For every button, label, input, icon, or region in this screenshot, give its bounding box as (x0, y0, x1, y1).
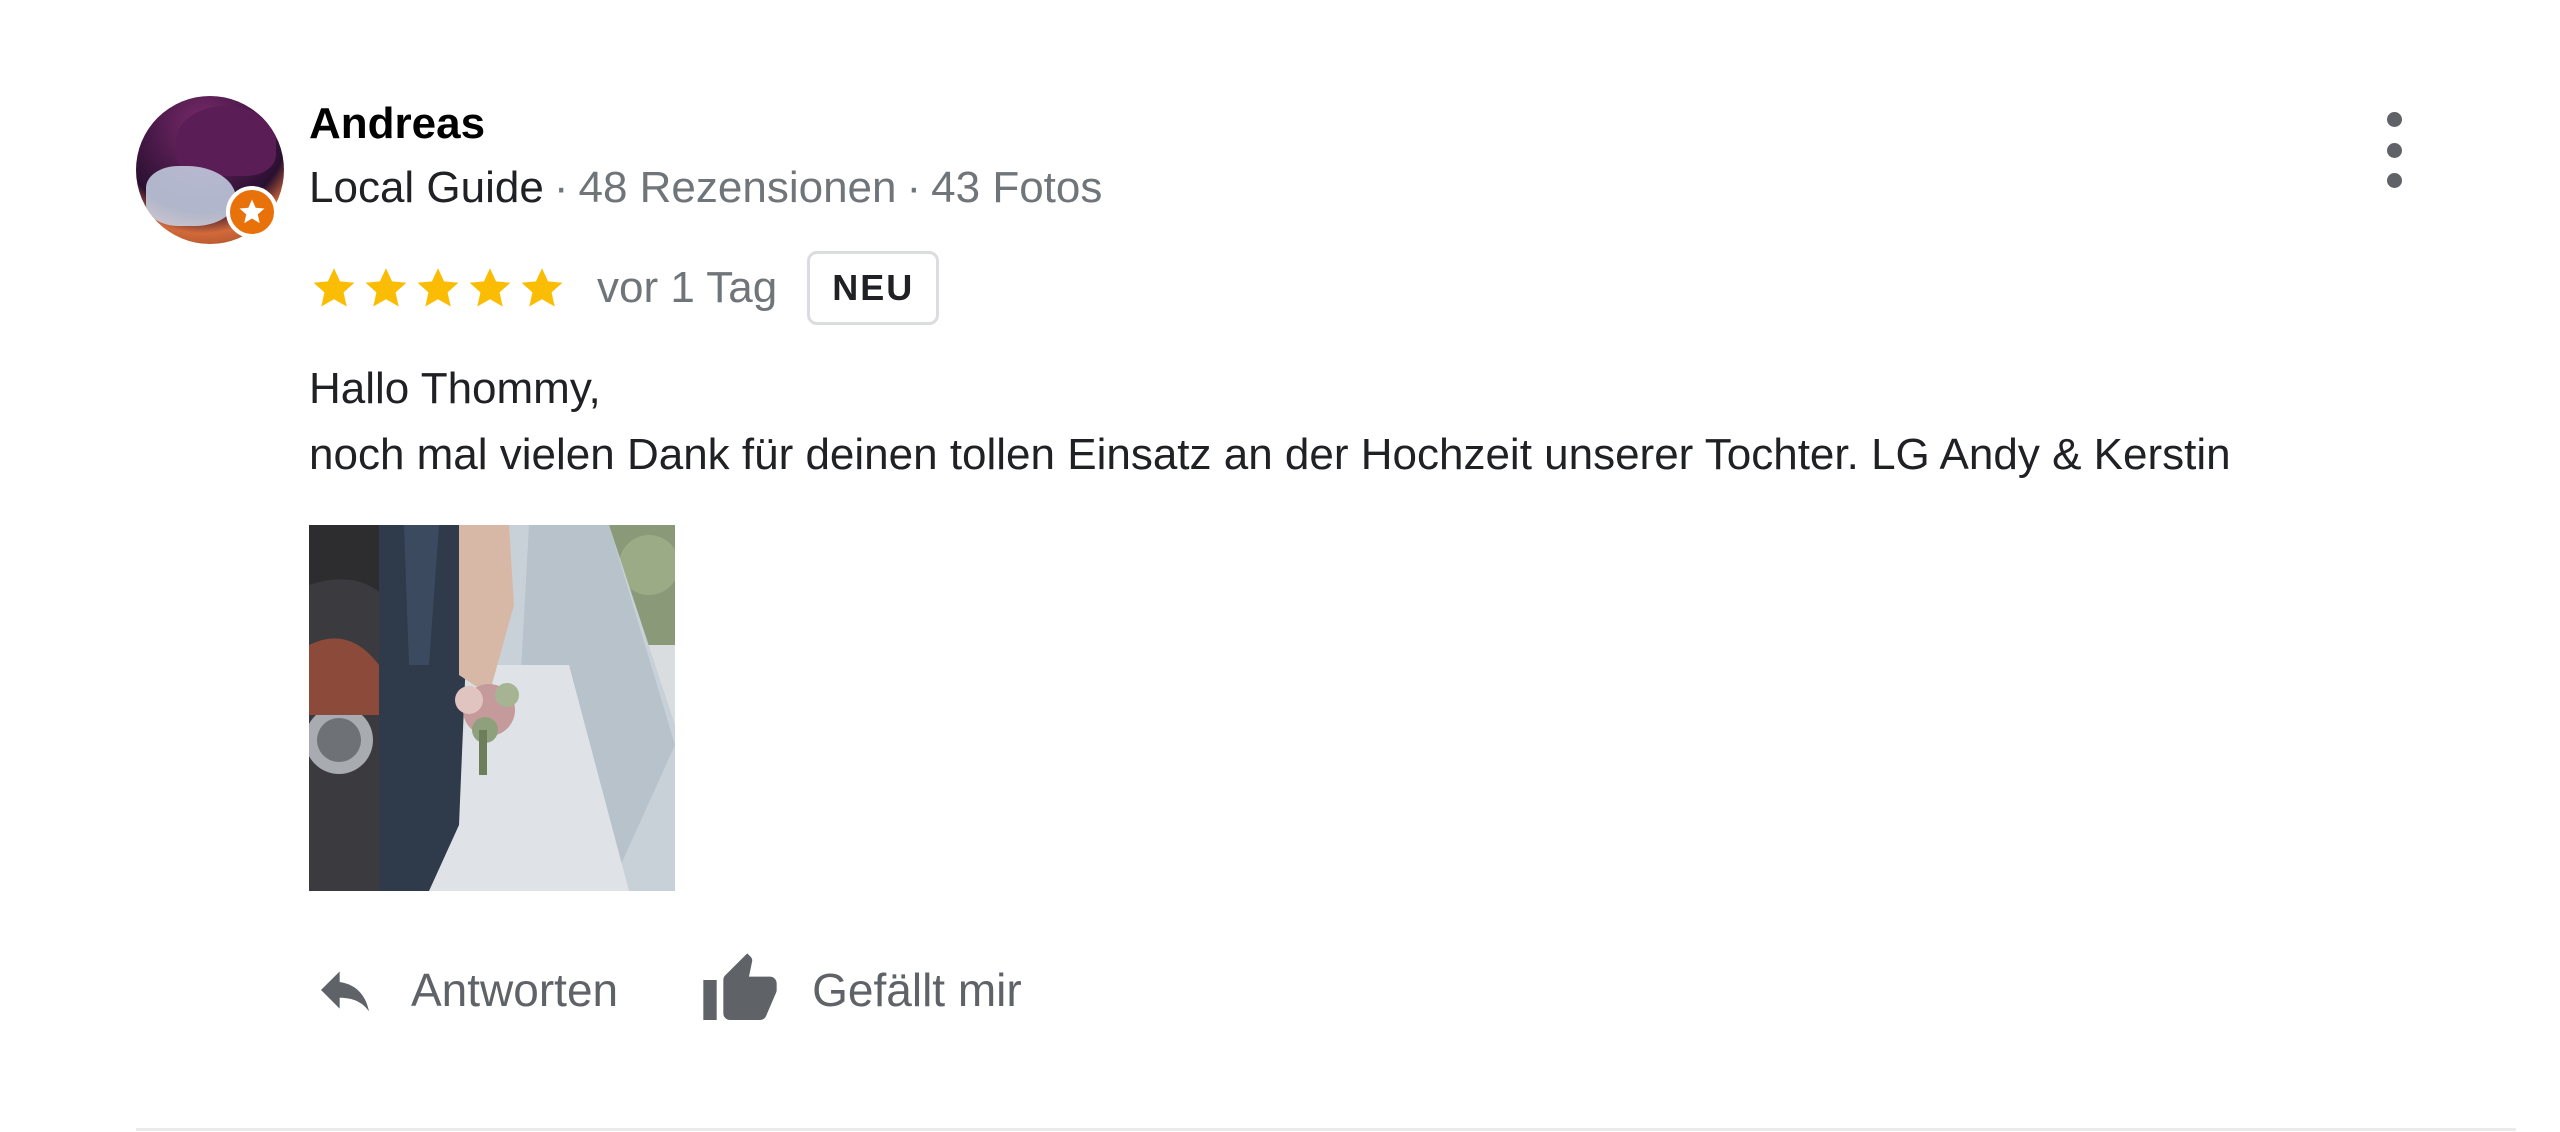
new-badge: NEU (807, 251, 940, 325)
wedding-photo-image (309, 525, 675, 891)
star-icon (521, 268, 563, 307)
more-vert-dot (2386, 173, 2402, 188)
reply-button[interactable]: Antworten (309, 958, 618, 1022)
review-photo[interactable] (309, 525, 675, 891)
more-vert-dot (2386, 142, 2402, 158)
review-text: Hallo Thommy, noch mal vielen Dank für d… (309, 356, 2231, 488)
thumb-up-icon (703, 953, 777, 1020)
review-card: Andreas Local Guide · 48 Rezensionen · 43 Fo… (0, 0, 2560, 1132)
review-time: vor 1 Tag (597, 263, 778, 312)
star-icon (469, 268, 511, 307)
rating-row: vor 1 Tag NEU (309, 248, 940, 328)
divider (136, 1128, 2516, 1131)
author-level: Local Guide (309, 163, 544, 212)
review-actions: Antworten Gefällt mir (309, 940, 1102, 1040)
photo-count: 43 Fotos (931, 163, 1103, 212)
review-text-line: noch mal vielen Dank für deinen tollen E… (309, 430, 2231, 479)
meta-separator: · (553, 163, 569, 212)
local-guide-star-icon (226, 186, 278, 238)
star-icon (365, 268, 407, 307)
more-options-button[interactable] (2370, 112, 2418, 188)
author-meta: Local Guide · 48 Rezensionen · 43 Fotos (309, 160, 1102, 216)
like-button[interactable]: Gefällt mir (698, 950, 1022, 1030)
reply-label: Antworten (411, 964, 619, 1016)
star-icon (313, 268, 355, 307)
review-text-line: Hallo Thommy, (309, 364, 601, 413)
star-icon (417, 268, 459, 307)
author-name[interactable]: Andreas (309, 98, 485, 150)
like-label: Gefällt mir (812, 964, 1022, 1016)
more-vert-icon (2386, 112, 2402, 127)
reply-icon (321, 971, 369, 1012)
star-rating (309, 263, 567, 313)
review-count: 48 Rezensionen (578, 163, 897, 212)
meta-separator: · (906, 163, 922, 212)
